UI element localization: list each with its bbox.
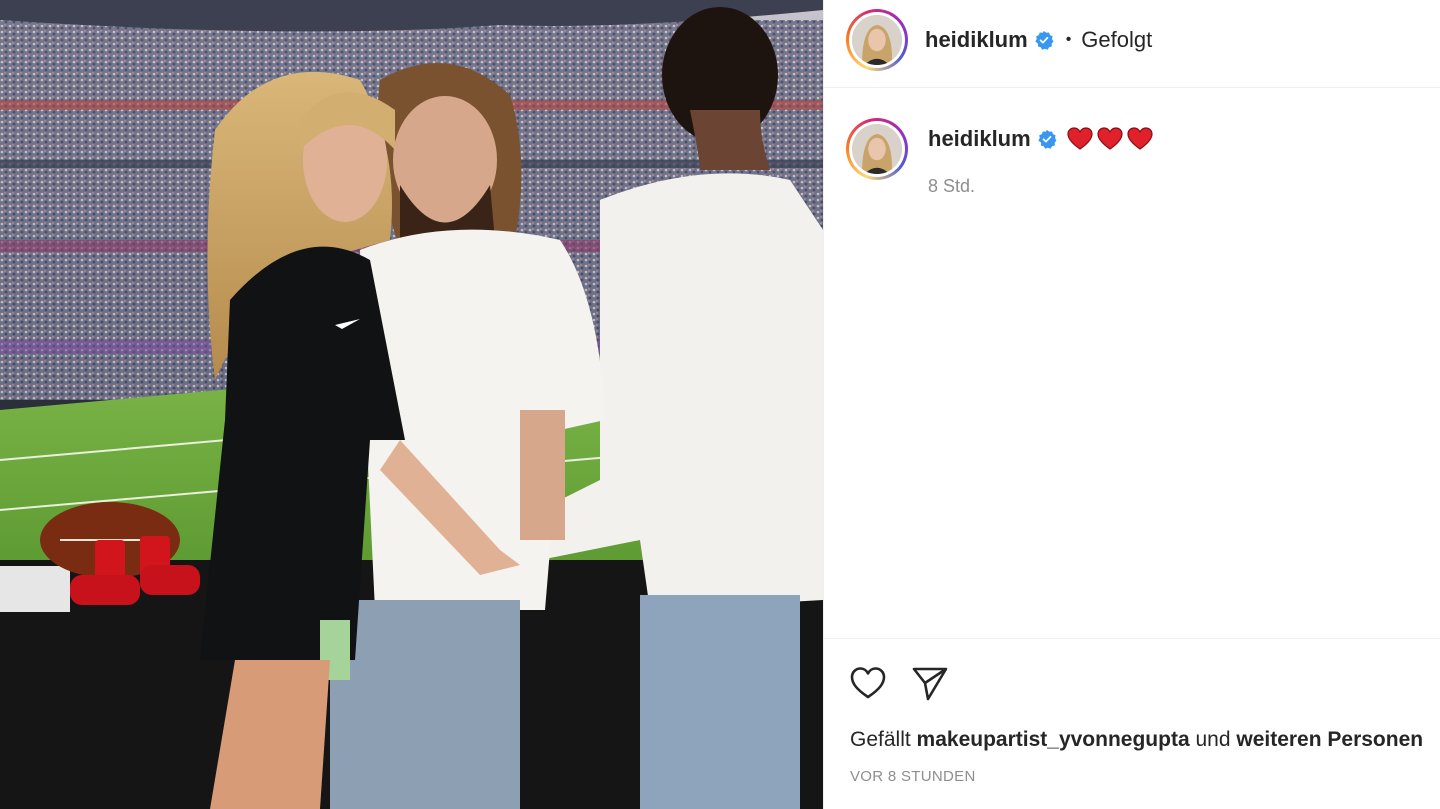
post-header: heidiklum • Gefolgt [824, 0, 1440, 88]
separator-dot: • [1065, 31, 1072, 48]
verified-badge-icon [1037, 130, 1057, 149]
likes-summary: Gefällt makeupartist_yvonnegupta und wei… [850, 728, 1423, 752]
profile-picture-icon [852, 124, 902, 174]
others-likes-link[interactable]: weiteren Personen [1236, 728, 1423, 751]
caption-username[interactable]: heidiklum [928, 126, 1031, 152]
caption-avatar[interactable] [846, 118, 908, 180]
like-heart-icon[interactable] [848, 663, 888, 703]
follow-status-button[interactable]: Gefolgt [1081, 27, 1152, 53]
heart-emoji-icon [1097, 127, 1123, 150]
username[interactable]: heidiklum [925, 27, 1028, 53]
likes-middle: und [1195, 728, 1231, 751]
post-photo[interactable] [0, 0, 823, 809]
share-paper-plane-icon[interactable] [910, 663, 950, 703]
post-timestamp[interactable]: VOR 8 STUNDEN [850, 768, 976, 785]
liker-username[interactable]: makeupartist_yvonnegupta [917, 728, 1190, 751]
heart-emoji-icon [1067, 127, 1093, 150]
caption-timestamp[interactable]: 8 Std. [928, 176, 975, 197]
heart-emoji-icon [1127, 127, 1153, 150]
post-actions: Gefällt makeupartist_yvonnegupta und wei… [824, 638, 1440, 809]
caption-text [1067, 127, 1153, 151]
verified-badge-icon [1034, 31, 1054, 50]
likes-prefix: Gefällt [850, 728, 911, 751]
post-sidebar: heidiklum • Gefolgt heidiklum 8 Std. Gef… [823, 0, 1440, 809]
stadium-photo-image [0, 0, 823, 809]
avatar[interactable] [846, 9, 908, 71]
profile-picture-icon [852, 15, 902, 65]
